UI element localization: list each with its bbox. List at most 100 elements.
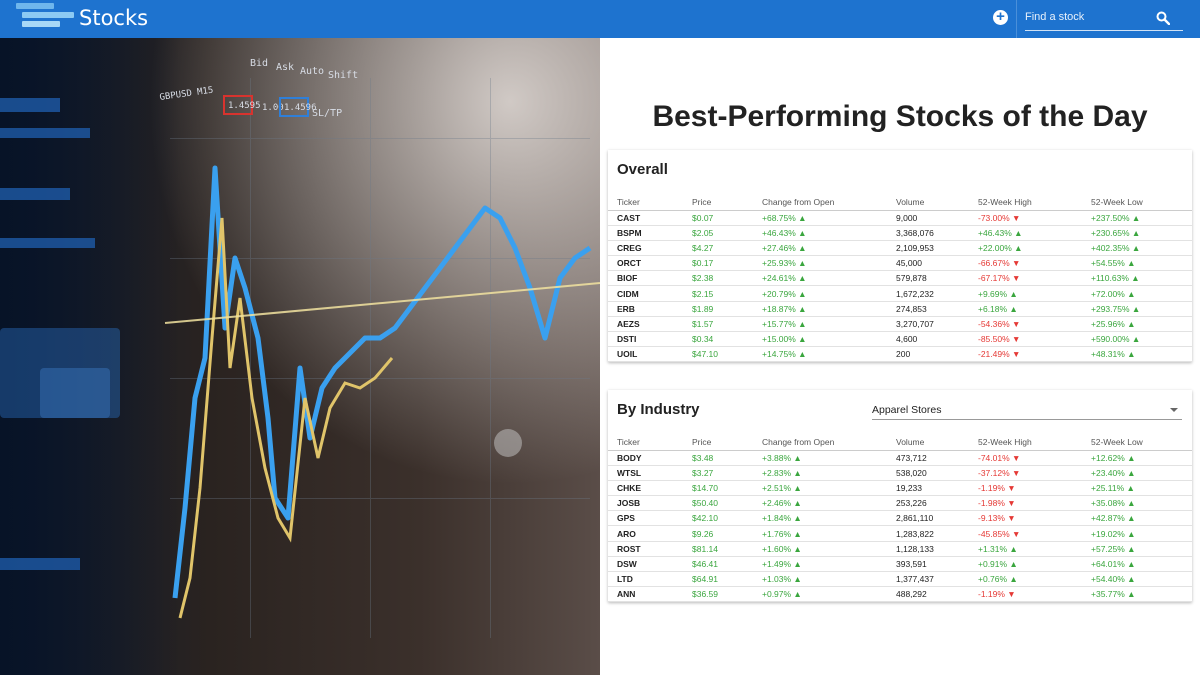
cell-ticker[interactable]: LTD — [608, 571, 683, 588]
cell-ticker[interactable]: CAST — [608, 210, 683, 226]
cell-price: $0.34 — [683, 331, 753, 348]
cell-52wk-high: -85.50% ▼ — [969, 331, 1082, 348]
search-icon[interactable] — [1156, 11, 1170, 25]
cell-ticker[interactable]: ARO — [608, 525, 683, 542]
cell-ticker[interactable]: ERB — [608, 301, 683, 317]
cell-ticker[interactable]: ANN — [608, 586, 683, 603]
table-row[interactable]: CREG $4.27 +27.46% ▲ 2,109,953 +22.00% ▲ +402… — [608, 240, 1192, 257]
col-52wk-low-header[interactable]: 52-Week Low — [1082, 434, 1192, 451]
cell-volume: 274,853 — [887, 301, 969, 317]
col-52wk-high-header[interactable]: 52-Week High — [969, 194, 1082, 211]
cell-price: $1.89 — [683, 301, 753, 317]
cell-ticker[interactable]: BSPM — [608, 225, 683, 241]
cell-52wk-low: +590.00% ▲ — [1082, 331, 1192, 348]
cell-ticker[interactable]: DSTI — [608, 331, 683, 348]
table-row[interactable]: DSW $46.41 +1.49% ▲ 393,591 +0.91% ▲ +64.01% … — [608, 556, 1192, 573]
cell-52wk-low: +110.63% ▲ — [1082, 270, 1192, 287]
table-row[interactable]: ANN $36.59 +0.97% ▲ 488,292 -1.19% ▼ +35.77% … — [608, 586, 1192, 603]
col-volume-header[interactable]: Volume — [887, 434, 969, 451]
top-app-bar: Stocks + — [0, 0, 1200, 38]
cell-volume: 1,377,437 — [887, 571, 969, 588]
col-52wk-low-header[interactable]: 52-Week Low — [1082, 194, 1192, 211]
cell-volume: 473,712 — [887, 450, 969, 466]
table-row[interactable]: BODY $3.48 +3.88% ▲ 473,712 -74.01% ▼ +12.62%… — [608, 450, 1192, 466]
cell-change: +18.87% ▲ — [753, 301, 887, 317]
table-row[interactable]: BSPM $2.05 +46.43% ▲ 3,368,076 +46.43% ▲ +230… — [608, 225, 1192, 241]
chevron-down-icon[interactable] — [1170, 408, 1178, 412]
cell-volume: 1,672,232 — [887, 285, 969, 302]
cell-price: $2.38 — [683, 270, 753, 287]
cell-change: +1.03% ▲ — [753, 571, 887, 588]
cell-volume: 253,226 — [887, 495, 969, 512]
cell-volume: 2,861,110 — [887, 510, 969, 527]
table-row[interactable]: ROST $81.14 +1.60% ▲ 1,128,133 +1.31% ▲ +57.2… — [608, 541, 1192, 557]
cell-price: $0.07 — [683, 210, 753, 226]
table-row[interactable]: DSTI $0.34 +15.00% ▲ 4,600 -85.50% ▼ +590.00%… — [608, 331, 1192, 348]
cell-52wk-low: +54.40% ▲ — [1082, 571, 1192, 588]
col-52wk-high-header[interactable]: 52-Week High — [969, 434, 1082, 451]
cell-52wk-low: +237.50% ▲ — [1082, 210, 1192, 226]
table-row[interactable]: ARO $9.26 +1.76% ▲ 1,283,822 -45.85% ▼ +19.02… — [608, 525, 1192, 542]
add-stock-button[interactable]: + — [993, 9, 1008, 25]
cell-52wk-high: -1.98% ▼ — [969, 495, 1082, 512]
table-row[interactable]: AEZS $1.57 +15.77% ▲ 3,270,707 -54.36% ▼ +25.… — [608, 316, 1192, 333]
table-row[interactable]: JOSB $50.40 +2.46% ▲ 253,226 -1.98% ▼ +35.08%… — [608, 495, 1192, 512]
search-input[interactable] — [1025, 6, 1165, 28]
cell-52wk-low: +402.35% ▲ — [1082, 240, 1192, 257]
table-row[interactable]: ERB $1.89 +18.87% ▲ 274,853 +6.18% ▲ +293.75%… — [608, 301, 1192, 317]
cell-change: +46.43% ▲ — [753, 225, 887, 241]
cell-52wk-high: -54.36% ▼ — [969, 316, 1082, 333]
cell-52wk-high: -37.12% ▼ — [969, 465, 1082, 481]
overall-header-row: Ticker Price Change from Open Volume 52-… — [608, 194, 1192, 211]
cell-ticker[interactable]: ROST — [608, 541, 683, 557]
cell-ticker[interactable]: BIOF — [608, 270, 683, 287]
logo-icon[interactable] — [16, 3, 74, 33]
table-row[interactable]: CHKE $14.70 +2.51% ▲ 19,233 -1.19% ▼ +25.11% … — [608, 480, 1192, 497]
overall-card: Overall Ticker Price Change from Open Vo… — [608, 150, 1192, 363]
industry-title: By Industry — [617, 401, 700, 418]
cell-price: $14.70 — [683, 480, 753, 497]
cell-ticker[interactable]: CHKE — [608, 480, 683, 497]
table-row[interactable]: GPS $42.10 +1.84% ▲ 2,861,110 -9.13% ▼ +42.87… — [608, 510, 1192, 527]
cell-52wk-high: +22.00% ▲ — [969, 240, 1082, 257]
cell-ticker[interactable]: AEZS — [608, 316, 683, 333]
table-row[interactable]: UOIL $47.10 +14.75% ▲ 200 -21.49% ▼ +48.31% ▲ — [608, 346, 1192, 363]
col-change-header[interactable]: Change from Open — [753, 194, 887, 211]
cell-volume: 200 — [887, 346, 969, 363]
cell-ticker[interactable]: DSW — [608, 556, 683, 573]
industry-select[interactable]: Apparel Stores — [872, 402, 1182, 420]
cell-52wk-low: +12.62% ▲ — [1082, 450, 1192, 466]
cell-change: +1.60% ▲ — [753, 541, 887, 557]
table-row[interactable]: WTSL $3.27 +2.83% ▲ 538,020 -37.12% ▼ +23.40%… — [608, 465, 1192, 481]
cell-ticker[interactable]: CIDM — [608, 285, 683, 302]
table-row[interactable]: CIDM $2.15 +20.79% ▲ 1,672,232 +9.69% ▲ +72.0… — [608, 285, 1192, 302]
cell-52wk-low: +25.96% ▲ — [1082, 316, 1192, 333]
table-row[interactable]: BIOF $2.38 +24.61% ▲ 579,878 -67.17% ▼ +110.6… — [608, 270, 1192, 287]
col-change-header[interactable]: Change from Open — [753, 434, 887, 451]
col-ticker-header[interactable]: Ticker — [608, 434, 683, 451]
cell-ticker[interactable]: BODY — [608, 450, 683, 466]
cell-volume: 393,591 — [887, 556, 969, 573]
hero-bid-price: 1.4595 — [228, 101, 261, 111]
col-ticker-header[interactable]: Ticker — [608, 194, 683, 211]
cell-ticker[interactable]: JOSB — [608, 495, 683, 512]
cell-volume: 9,000 — [887, 210, 969, 226]
col-price-header[interactable]: Price — [683, 194, 753, 211]
search-underline — [1025, 30, 1183, 31]
col-price-header[interactable]: Price — [683, 434, 753, 451]
cell-price: $46.41 — [683, 556, 753, 573]
cell-ticker[interactable]: CREG — [608, 240, 683, 257]
cell-ticker[interactable]: WTSL — [608, 465, 683, 481]
cell-volume: 579,878 — [887, 270, 969, 287]
cell-ticker[interactable]: UOIL — [608, 346, 683, 363]
table-row[interactable]: ORCT $0.17 +25.93% ▲ 45,000 -66.67% ▼ +54.55%… — [608, 255, 1192, 272]
app-brand[interactable]: Stocks — [79, 6, 148, 30]
cell-change: +25.93% ▲ — [753, 255, 887, 272]
cell-52wk-low: +42.87% ▲ — [1082, 510, 1192, 527]
table-row[interactable]: LTD $64.91 +1.03% ▲ 1,377,437 +0.76% ▲ +54.40… — [608, 571, 1192, 588]
table-row[interactable]: CAST $0.07 +68.75% ▲ 9,000 -73.00% ▼ +237.50%… — [608, 210, 1192, 226]
cell-ticker[interactable]: ORCT — [608, 255, 683, 272]
overall-title: Overall — [617, 161, 668, 178]
cell-ticker[interactable]: GPS — [608, 510, 683, 527]
col-volume-header[interactable]: Volume — [887, 194, 969, 211]
